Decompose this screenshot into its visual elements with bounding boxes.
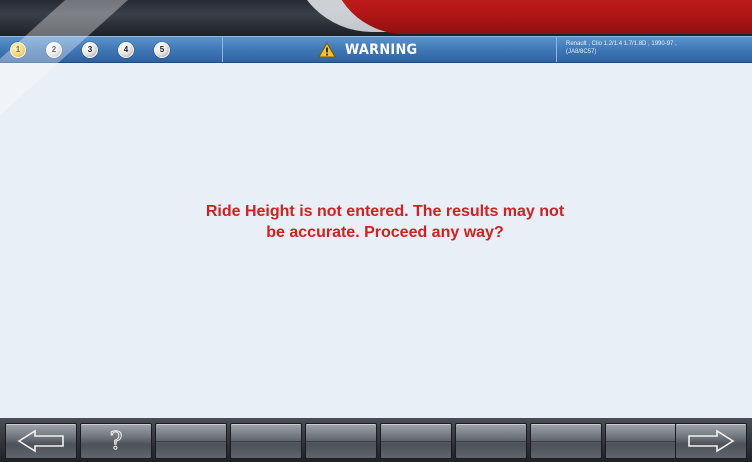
warning-message-line1: Ride Height is not entered. The results …: [205, 203, 565, 220]
top-banner: [0, 0, 752, 36]
arrow-left-icon: [17, 429, 64, 453]
status-row: 1 2 3 4 5 WARNING Renault , Clio 1.2/1.4…: [0, 36, 752, 63]
back-button[interactable]: [5, 423, 77, 459]
step-indicator: 1 2 3 4 5: [10, 37, 190, 62]
main-content: Ride Height is not entered. The results …: [0, 63, 752, 418]
toolbar-button-6[interactable]: [380, 423, 452, 459]
toolbar-button-5[interactable]: [305, 423, 377, 459]
warning-message-line2: be accurate. Proceed any way?: [266, 224, 504, 241]
step-3-icon[interactable]: 3: [82, 41, 98, 58]
vehicle-info-line2: (JA8/8C57): [566, 49, 597, 55]
next-button[interactable]: [675, 423, 747, 459]
banner-swoosh-red: [330, 0, 752, 34]
bottom-toolbar: ?: [0, 418, 752, 462]
step-4-icon[interactable]: 4: [118, 41, 134, 58]
warning-title-text: WARNING: [345, 41, 418, 58]
toolbar-button-8[interactable]: [530, 423, 602, 459]
step-5-icon[interactable]: 5: [154, 41, 170, 58]
toolbar-button-7[interactable]: [455, 423, 527, 459]
vehicle-info: Renault , Clio 1.2/1.4 1.7/1.8D , 1990-9…: [566, 40, 750, 56]
help-icon: ?: [109, 427, 123, 455]
step-2-icon[interactable]: 2: [46, 41, 62, 58]
toolbar-button-3[interactable]: [155, 423, 227, 459]
step-1-icon[interactable]: 1: [10, 41, 26, 58]
toolbar-button-4[interactable]: [230, 423, 302, 459]
help-button[interactable]: ?: [80, 423, 152, 459]
svg-text:?: ?: [110, 427, 123, 455]
warning-message: Ride Height is not entered. The results …: [140, 201, 630, 243]
toolbar-button-9[interactable]: [605, 423, 677, 459]
vehicle-info-line1: Renault , Clio 1.2/1.4 1.7/1.8D , 1990-9…: [566, 41, 677, 47]
separator: [222, 37, 223, 62]
arrow-right-icon: [688, 429, 735, 453]
page-title: WARNING: [318, 37, 424, 62]
separator: [556, 37, 557, 62]
warning-icon: [318, 41, 336, 57]
